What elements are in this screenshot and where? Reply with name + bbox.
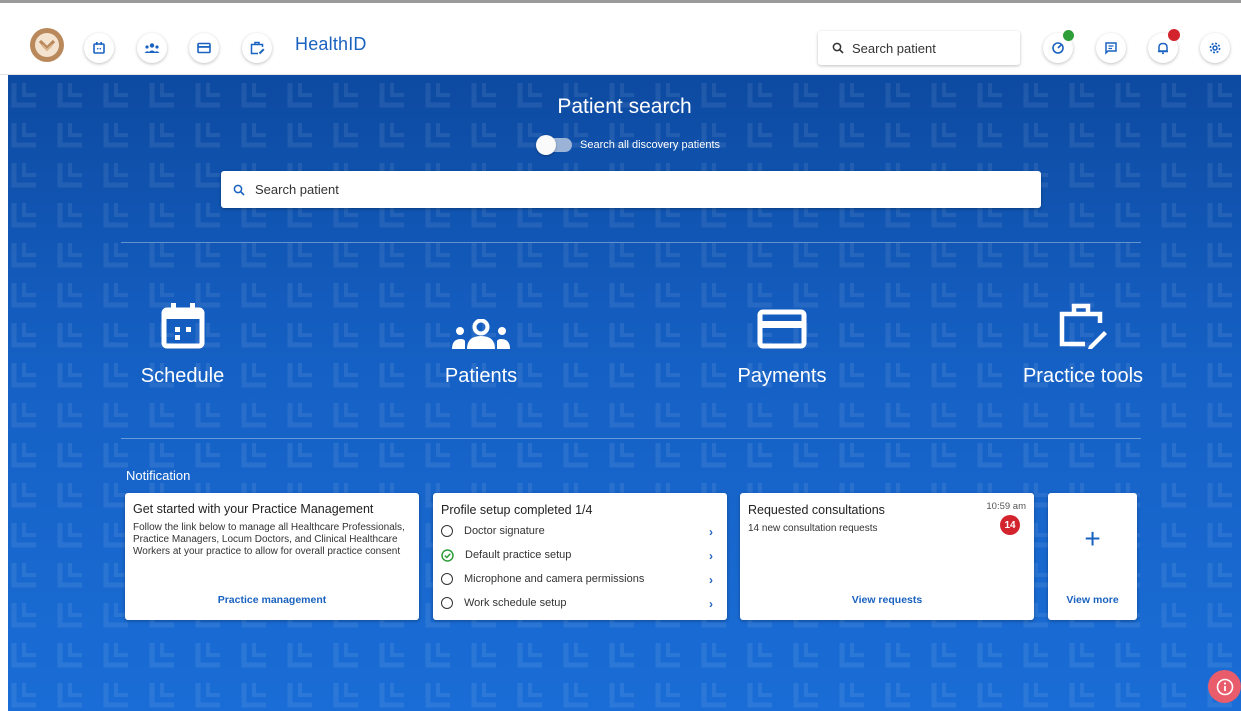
unchecked-circle-icon bbox=[441, 597, 453, 609]
search-all-toggle-row: Search all discovery patients bbox=[536, 135, 721, 155]
divider-bottom bbox=[121, 438, 1141, 439]
checklist-item-work-schedule[interactable]: Work schedule setup › bbox=[441, 591, 715, 615]
practice-card-title: Get started with your Practice Managemen… bbox=[133, 502, 374, 516]
practice-tools-icon bbox=[250, 41, 265, 55]
top-search-input[interactable]: Search patient bbox=[818, 31, 1020, 65]
checklist-item-mic-camera[interactable]: Microphone and camera permissions › bbox=[441, 567, 715, 591]
practice-tools-tile[interactable]: Practice tools bbox=[1008, 297, 1158, 388]
patients-nav-button[interactable] bbox=[137, 33, 167, 63]
consultations-card-title: Requested consultations bbox=[748, 503, 885, 517]
schedule-label: Schedule bbox=[140, 365, 225, 387]
search-all-label: Search all discovery patients bbox=[580, 139, 721, 151]
patients-tile[interactable]: Patients bbox=[426, 297, 536, 388]
calendar-nav-button[interactable] bbox=[84, 33, 114, 63]
discovery-logo-icon[interactable] bbox=[30, 28, 64, 62]
search-icon bbox=[832, 42, 844, 54]
check-circle-icon bbox=[441, 548, 454, 562]
consultations-body: 14 new consultation requests bbox=[748, 523, 878, 534]
chevron-right-icon: › bbox=[709, 525, 713, 539]
dashboard-main: Patient search Search all discovery pati… bbox=[8, 75, 1241, 711]
checklist-item-label: Work schedule setup bbox=[464, 597, 567, 609]
payments-nav-button[interactable] bbox=[189, 33, 219, 63]
messages-icon bbox=[1105, 42, 1117, 55]
chevron-right-icon: › bbox=[709, 549, 713, 563]
payments-label: Payments bbox=[737, 365, 827, 387]
app-title: HealthID bbox=[295, 34, 367, 54]
payment-card-icon bbox=[197, 42, 211, 54]
practice-tools-label: Practice tools bbox=[1022, 365, 1144, 387]
payment-card-icon bbox=[757, 309, 807, 349]
practice-tools-icon bbox=[1059, 303, 1107, 349]
messages-button[interactable] bbox=[1096, 33, 1126, 63]
practice-management-card: Get started with your Practice Managemen… bbox=[125, 493, 419, 620]
chevron-right-icon: › bbox=[709, 597, 713, 611]
practice-card-body: Follow the link below to manage all Heal… bbox=[133, 522, 405, 557]
profile-checklist: Doctor signature › Default practice setu… bbox=[441, 519, 715, 615]
patient-search-title: Patient search bbox=[557, 95, 692, 118]
top-bar: HealthID Search patient bbox=[0, 0, 1241, 75]
patients-label: Patients bbox=[444, 365, 518, 387]
chevron-right-icon: › bbox=[709, 573, 713, 587]
gear-icon bbox=[1209, 42, 1221, 54]
search-all-toggle[interactable] bbox=[536, 135, 572, 155]
status-icon bbox=[1052, 42, 1064, 54]
patients-icon bbox=[144, 43, 160, 53]
settings-button[interactable] bbox=[1200, 33, 1230, 63]
top-search-placeholder: Search patient bbox=[852, 40, 936, 56]
patients-icon bbox=[452, 319, 510, 349]
profile-setup-card: Profile setup completed 1/4 Doctor signa… bbox=[433, 493, 727, 620]
practice-management-link[interactable]: Practice management bbox=[125, 594, 419, 606]
requested-consultations-card: Requested consultations 10:59 am 14 new … bbox=[740, 493, 1034, 620]
calendar-icon bbox=[93, 42, 105, 54]
checklist-item-label: Default practice setup bbox=[465, 549, 572, 561]
info-button[interactable] bbox=[1208, 670, 1241, 703]
schedule-tile[interactable]: Schedule bbox=[120, 297, 245, 388]
info-icon bbox=[1216, 678, 1233, 695]
view-more-card[interactable]: + View more bbox=[1048, 493, 1137, 620]
checklist-item-default-practice[interactable]: Default practice setup › bbox=[441, 543, 715, 567]
practice-tools-nav-button[interactable] bbox=[242, 33, 272, 63]
toggle-knob bbox=[536, 135, 556, 155]
view-more-link[interactable]: View more bbox=[1048, 594, 1137, 606]
profile-card-title: Profile setup completed 1/4 bbox=[441, 503, 593, 517]
checklist-item-label: Microphone and camera permissions bbox=[464, 573, 645, 585]
status-button[interactable] bbox=[1043, 30, 1074, 63]
unchecked-circle-icon bbox=[441, 525, 453, 537]
payments-tile[interactable]: Payments bbox=[722, 297, 842, 388]
divider-top bbox=[121, 242, 1141, 243]
notification-heading: Notification bbox=[126, 468, 191, 483]
checklist-item-doctor-signature[interactable]: Doctor signature › bbox=[441, 519, 715, 543]
unchecked-circle-icon bbox=[441, 573, 453, 585]
calendar-icon bbox=[161, 303, 204, 349]
status-dot bbox=[1063, 30, 1074, 41]
patient-search-input[interactable]: Search patient bbox=[221, 171, 1041, 208]
consultations-count-badge: 14 bbox=[1000, 515, 1020, 535]
bell-icon bbox=[1158, 42, 1168, 55]
view-requests-link[interactable]: View requests bbox=[740, 594, 1034, 606]
plus-icon: + bbox=[1084, 523, 1101, 554]
search-icon bbox=[233, 184, 245, 196]
checklist-item-label: Doctor signature bbox=[464, 525, 545, 537]
notification-dot bbox=[1168, 29, 1180, 41]
consultations-time: 10:59 am bbox=[986, 501, 1026, 512]
patient-search-placeholder: Search patient bbox=[255, 182, 339, 197]
notifications-button[interactable] bbox=[1148, 29, 1180, 63]
